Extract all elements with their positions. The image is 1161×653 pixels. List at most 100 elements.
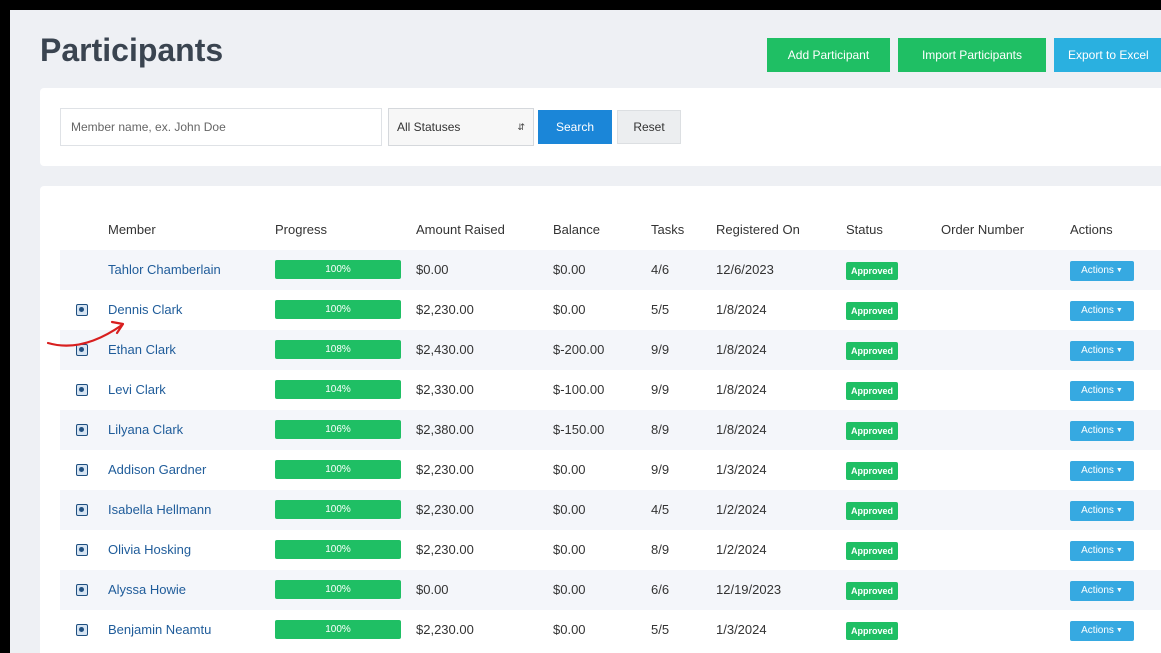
member-link[interactable]: Alyssa Howie (108, 570, 186, 610)
profile-icon[interactable] (76, 304, 88, 316)
actions-dropdown-button[interactable]: Actions ▼ (1070, 621, 1134, 641)
registered-on-cell: 12/19/2023 (716, 582, 782, 597)
profile-icon[interactable] (76, 544, 88, 556)
member-link[interactable]: Addison Gardner (108, 450, 206, 490)
table-row: Tahlor Chamberlain $0.00 $0.00 4/6 12/6/2023… (60, 250, 1161, 290)
header-tasks[interactable]: Tasks (651, 210, 684, 250)
member-link[interactable]: Isabella Hellmann (108, 490, 211, 530)
balance-cell: $-200.00 (553, 342, 605, 357)
actions-dropdown-button[interactable]: Actions ▼ (1070, 261, 1134, 281)
header-progress[interactable]: Progress (275, 210, 327, 250)
balance-cell: $0.00 (553, 302, 586, 317)
member-link[interactable]: Olivia Hosking (108, 530, 191, 570)
reset-button[interactable]: Reset (617, 110, 681, 144)
tasks-cell: 5/5 (651, 302, 670, 317)
actions-label: Actions (1081, 345, 1114, 356)
balance-cell: $0.00 (553, 622, 586, 637)
amount-raised-cell: $2,380.00 (416, 422, 474, 437)
status-badge: Approved (846, 262, 899, 280)
profile-icon[interactable] (76, 344, 88, 356)
import-participants-button[interactable]: Import Participants (898, 38, 1046, 72)
actions-dropdown-button[interactable]: Actions ▼ (1070, 381, 1134, 401)
registered-on-cell: 12/6/2023 (716, 262, 774, 277)
member-link[interactable]: Benjamin Neamtu (108, 610, 211, 650)
caret-down-icon: ▼ (1115, 307, 1123, 314)
caret-down-icon: ▼ (1115, 627, 1123, 634)
status-select[interactable]: All Statuses ⇵ (388, 108, 534, 146)
status-badge: Approved (846, 302, 899, 320)
balance-cell: $0.00 (553, 262, 586, 277)
tasks-cell: 8/9 (651, 542, 670, 557)
amount-raised-cell: $2,230.00 (416, 502, 474, 517)
amount-raised-cell: $2,230.00 (416, 622, 474, 637)
tasks-cell: 6/6 (651, 582, 670, 597)
profile-icon[interactable] (76, 624, 88, 636)
table-row: Ethan Clark $2,430.00 $-200.00 9/9 1/8/2024 1… (60, 330, 1161, 370)
caret-down-icon: ▼ (1115, 587, 1123, 594)
balance-cell: $0.00 (553, 462, 586, 477)
actions-dropdown-button[interactable]: Actions ▼ (1070, 301, 1134, 321)
balance-cell: $-150.00 (553, 422, 605, 437)
filter-panel: All Statuses ⇵ Search Reset (40, 88, 1161, 166)
table-row: Dennis Clark $2,230.00 $0.00 5/5 1/8/2024 100… (60, 290, 1161, 330)
tasks-cell: 8/9 (651, 422, 670, 437)
tasks-cell: 4/6 (651, 262, 670, 277)
header-status[interactable]: Status (846, 210, 883, 250)
registered-on-cell: 1/8/2024 (716, 422, 767, 437)
registered-on-cell: 1/2/2024 (716, 542, 767, 557)
actions-dropdown-button[interactable]: Actions ▼ (1070, 421, 1134, 441)
search-input[interactable] (60, 108, 382, 146)
status-badge: Approved (846, 502, 899, 520)
progress-bar: 100% (275, 580, 401, 599)
header-amount-raised[interactable]: Amount Raised (416, 210, 505, 250)
amount-raised-cell: $2,430.00 (416, 342, 474, 357)
profile-icon[interactable] (76, 384, 88, 396)
actions-dropdown-button[interactable]: Actions ▼ (1070, 581, 1134, 601)
profile-icon[interactable] (76, 584, 88, 596)
tasks-cell: 4/5 (651, 502, 670, 517)
actions-dropdown-button[interactable]: Actions ▼ (1070, 541, 1134, 561)
profile-icon[interactable] (76, 424, 88, 436)
member-link[interactable]: Dennis Clark (108, 290, 182, 330)
status-badge: Approved (846, 622, 899, 640)
table-row: Olivia Hosking $2,230.00 $0.00 8/9 1/2/2024 1… (60, 530, 1161, 570)
registered-on-cell: 1/8/2024 (716, 382, 767, 397)
member-link[interactable]: Ethan Clark (108, 330, 176, 370)
member-link[interactable]: Levi Clark (108, 370, 166, 410)
status-badge: Approved (846, 422, 899, 440)
table-row: Lilyana Clark $2,380.00 $-150.00 8/9 1/8/202… (60, 410, 1161, 450)
caret-down-icon: ▼ (1115, 547, 1123, 554)
actions-dropdown-button[interactable]: Actions ▼ (1070, 461, 1134, 481)
member-link[interactable]: Lilyana Clark (108, 410, 183, 450)
page-title: Participants (40, 32, 224, 68)
member-link[interactable]: Tahlor Chamberlain (108, 250, 221, 290)
registered-on-cell: 1/8/2024 (716, 302, 767, 317)
actions-dropdown-button[interactable]: Actions ▼ (1070, 501, 1134, 521)
header-balance[interactable]: Balance (553, 210, 600, 250)
search-button[interactable]: Search (538, 110, 612, 144)
actions-label: Actions (1081, 625, 1114, 636)
amount-raised-cell: $2,230.00 (416, 462, 474, 477)
add-participant-button[interactable]: Add Participant (767, 38, 890, 72)
progress-bar: 100% (275, 460, 401, 479)
status-badge: Approved (846, 342, 899, 360)
actions-label: Actions (1081, 265, 1114, 276)
caret-down-icon: ▼ (1115, 507, 1123, 514)
profile-icon[interactable] (76, 464, 88, 476)
header-registered-on[interactable]: Registered On (716, 210, 800, 250)
amount-raised-cell: $0.00 (416, 262, 449, 277)
progress-bar: 100% (275, 500, 401, 519)
balance-cell: $0.00 (553, 582, 586, 597)
header-order-number[interactable]: Order Number (941, 210, 1024, 250)
actions-dropdown-button[interactable]: Actions ▼ (1070, 341, 1134, 361)
table-row: Levi Clark $2,330.00 $-100.00 9/9 1/8/2024 10… (60, 370, 1161, 410)
caret-down-icon: ▼ (1115, 467, 1123, 474)
header-member[interactable]: Member (108, 210, 156, 250)
amount-raised-cell: $2,330.00 (416, 382, 474, 397)
profile-icon[interactable] (76, 504, 88, 516)
participants-table: Member Progress Amount Raised Balance Ta… (40, 186, 1161, 653)
export-excel-button[interactable]: Export to Excel (1054, 38, 1161, 72)
caret-down-icon: ▼ (1115, 427, 1123, 434)
registered-on-cell: 1/8/2024 (716, 342, 767, 357)
actions-label: Actions (1081, 585, 1114, 596)
